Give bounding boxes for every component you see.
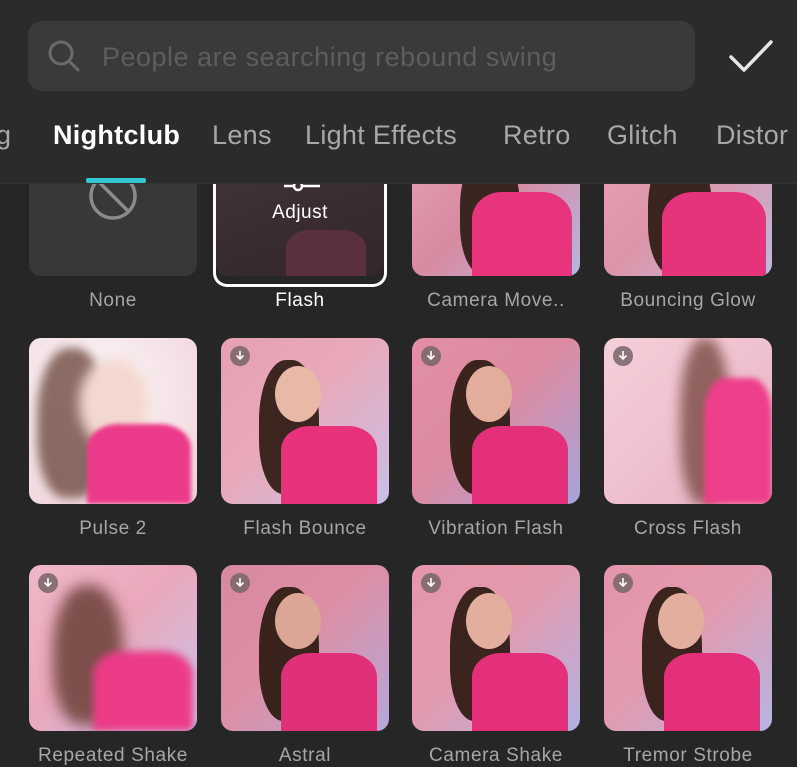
download-icon: [613, 573, 633, 593]
effect-thumbnail-camera-shake[interactable]: [412, 565, 580, 731]
effects-header: g Nightclub Lens Light Effects Retro Gli…: [0, 0, 797, 184]
effect-label: Camera Move..: [427, 290, 565, 311]
download-icon: [421, 573, 441, 593]
search-input[interactable]: [100, 21, 684, 93]
effect-label: None: [89, 290, 137, 311]
download-icon: [613, 346, 633, 366]
download-icon: [230, 573, 250, 593]
effect-label: Pulse 2: [79, 518, 147, 539]
effect-label: Cross Flash: [634, 518, 742, 539]
effect-thumbnail-flash-bounce[interactable]: [221, 338, 389, 504]
adjust-label: Adjust: [272, 202, 328, 223]
tab-nightclub[interactable]: Nightclub: [53, 120, 180, 151]
checkmark-icon[interactable]: [728, 38, 774, 76]
tab-lens[interactable]: Lens: [212, 120, 272, 151]
tab-partial[interactable]: g: [0, 120, 11, 151]
category-tabs: g Nightclub Lens Light Effects Retro Gli…: [0, 108, 797, 168]
effect-label: Vibration Flash: [428, 518, 564, 539]
effect-thumbnail-repeated-shake[interactable]: [29, 565, 197, 731]
effect-thumbnail-astral[interactable]: [221, 565, 389, 731]
effect-thumbnail-tremor-strobe[interactable]: [604, 565, 772, 731]
effect-label: Flash: [275, 290, 325, 311]
tab-distortion[interactable]: Distor: [716, 120, 788, 151]
download-icon: [421, 346, 441, 366]
effect-label: Flash Bounce: [243, 518, 367, 539]
effect-thumbnail-cross-flash[interactable]: [604, 338, 772, 504]
search-icon: [48, 40, 80, 72]
tab-glitch[interactable]: Glitch: [607, 120, 678, 151]
download-icon: [38, 573, 58, 593]
effect-thumbnail-vibration-flash[interactable]: [412, 338, 580, 504]
search-bar[interactable]: [28, 21, 695, 93]
tab-light-effects[interactable]: Light Effects: [305, 120, 457, 151]
download-icon: [230, 346, 250, 366]
effect-thumbnail-pulse-2[interactable]: [29, 338, 197, 504]
active-tab-indicator: [86, 178, 146, 183]
effect-label: Bouncing Glow: [620, 290, 756, 311]
tab-retro[interactable]: Retro: [503, 120, 571, 151]
